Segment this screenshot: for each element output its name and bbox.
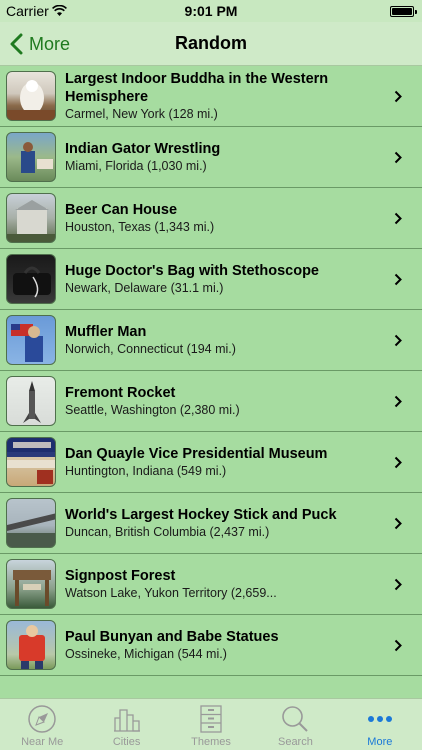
list-item[interactable]: Signpost Forest Watson Lake, Yukon Territ…: [0, 554, 422, 615]
item-name: Muffler Man: [65, 324, 147, 340]
tab-label: More: [367, 736, 393, 748]
item-location: Watson Lake, Yukon Territory (2,659...: [65, 586, 277, 600]
attraction-thumbnail: [6, 71, 56, 121]
battery-icon: [390, 6, 417, 17]
item-location: Seattle, Washington (2,380 mi.): [65, 403, 240, 417]
status-time: 9:01 PM: [184, 3, 238, 19]
item-location: Duncan, British Columbia (2,437 mi.): [65, 525, 270, 539]
city-icon: [113, 709, 140, 732]
cabinet-icon: [200, 705, 222, 733]
compass-icon: [28, 705, 56, 733]
navigation-bar: More Random: [0, 22, 422, 66]
item-location: Huntington, Indiana (549 mi.): [65, 464, 227, 478]
attraction-thumbnail: [6, 315, 56, 365]
item-name: Huge Doctor's Bag with Stethoscope: [65, 263, 319, 279]
item-name: Paul Bunyan and Babe Statues: [65, 629, 279, 645]
chevron-right-icon: [394, 151, 402, 164]
list-item[interactable]: Largest Indoor Buddha in the Western Hem…: [0, 66, 422, 127]
item-location: Norwich, Connecticut (194 mi.): [65, 342, 236, 356]
tab-near-me[interactable]: Near Me: [0, 699, 84, 750]
chevron-right-icon: [394, 273, 402, 286]
attraction-thumbnail: [6, 376, 56, 426]
item-location: Houston, Texas (1,343 mi.): [65, 220, 215, 234]
item-name: Fremont Rocket: [65, 385, 176, 401]
item-location: Ossineke, Michigan (544 mi.): [65, 647, 227, 661]
attraction-thumbnail: [6, 132, 56, 182]
list-item[interactable]: Fremont Rocket Seattle, Washington (2,380…: [0, 371, 422, 432]
list-item[interactable]: Dan Quayle Vice Presidential Museum Hunti…: [0, 432, 422, 493]
item-location: Miami, Florida (1,030 mi.): [65, 159, 207, 173]
chevron-right-icon: [394, 334, 402, 347]
page-title: Random: [175, 33, 247, 53]
more-icon: [367, 716, 392, 722]
chevron-right-icon: [394, 456, 402, 469]
attraction-thumbnail: [6, 559, 56, 609]
attraction-thumbnail: [6, 498, 56, 548]
attraction-thumbnail: [6, 437, 56, 487]
item-name: Dan Quayle Vice Presidential Museum: [65, 446, 328, 462]
item-location: Newark, Delaware (31.1 mi.): [65, 281, 224, 295]
item-name: Indian Gator Wrestling: [65, 141, 221, 157]
list-item[interactable]: Huge Doctor's Bag with Stethoscope Newark…: [0, 249, 422, 310]
tab-bar: Near Me Cities Themes Search More: [0, 698, 422, 750]
item-name: Largest Indoor Buddha in the Western Hem…: [65, 71, 329, 105]
list-item[interactable]: World's Largest Hockey Stick and Puck Dun…: [0, 493, 422, 554]
tab-themes[interactable]: Themes: [169, 699, 253, 750]
list-item[interactable]: Beer Can House Houston, Texas (1,343 mi.): [0, 188, 422, 249]
tab-label: Search: [277, 736, 313, 748]
chevron-right-icon: [394, 90, 402, 103]
item-name: Signpost Forest: [65, 568, 176, 584]
search-icon: [282, 706, 309, 732]
tab-label: Themes: [191, 736, 231, 748]
attraction-list: Largest Indoor Buddha in the Western Hem…: [0, 66, 422, 698]
status-bar: Carrier 9:01 PM: [0, 0, 422, 22]
list-item[interactable]: Muffler Man Norwich, Connecticut (194 mi.…: [0, 310, 422, 371]
chevron-right-icon: [394, 639, 402, 652]
list-item[interactable]: Indian Gator Wrestling Miami, Florida (1,…: [0, 127, 422, 188]
tab-cities[interactable]: Cities: [84, 699, 168, 750]
item-location: Carmel, New York (128 mi.): [65, 107, 218, 121]
item-name: World's Largest Hockey Stick and Puck: [65, 507, 337, 523]
chevron-right-icon: [394, 578, 402, 591]
attraction-thumbnail: [6, 254, 56, 304]
attraction-thumbnail: [6, 193, 56, 243]
chevron-right-icon: [394, 212, 402, 225]
tab-search[interactable]: Search: [253, 699, 337, 750]
list-item[interactable]: Paul Bunyan and Babe Statues Ossineke, Mi…: [0, 615, 422, 676]
chevron-right-icon: [394, 395, 402, 408]
attraction-thumbnail: [6, 620, 56, 670]
item-name: Beer Can House: [65, 202, 178, 218]
chevron-right-icon: [394, 517, 402, 530]
tab-label: Near Me: [21, 736, 64, 748]
tab-more[interactable]: More: [338, 699, 422, 750]
tab-label: Cities: [112, 736, 141, 748]
